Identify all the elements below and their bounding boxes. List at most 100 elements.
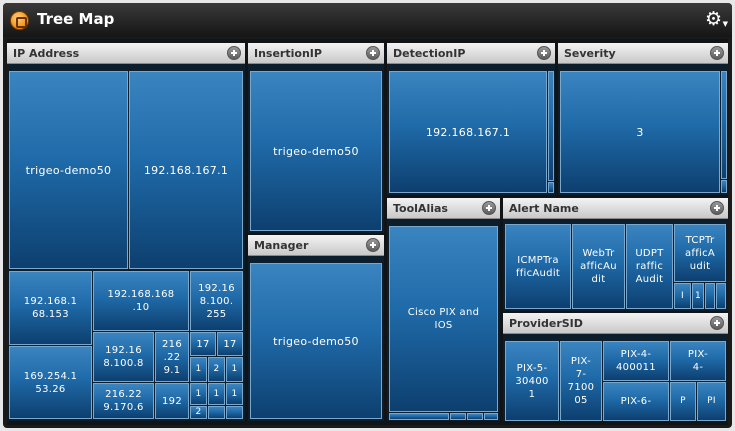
severity-panel: Severity 3: [558, 43, 728, 195]
panel-header: Manager: [248, 235, 384, 256]
treemap-cell[interactable]: 1: [190, 357, 207, 382]
panel-title: ProviderSID: [509, 317, 583, 330]
treemap-cell[interactable]: [721, 180, 727, 193]
treemap-cell[interactable]: TCPTr afficA udit: [674, 224, 726, 282]
cell-label: 3: [636, 125, 644, 139]
treemap-cell[interactable]: 192.168.168 .10: [93, 271, 189, 331]
treemap-cell[interactable]: I: [674, 283, 691, 309]
treemap-cell[interactable]: 216.22 9.170.6: [93, 383, 154, 419]
treemap-app-icon: [10, 11, 29, 30]
treemap-cell[interactable]: PIX- 4-: [670, 341, 726, 381]
treemap-cell[interactable]: 2: [208, 357, 225, 382]
ip-address-panel: IP Address trigeo-demo50 192.168.167.1 1…: [7, 43, 245, 421]
panel-title: Severity: [564, 47, 616, 60]
panel-header: Alert Name: [503, 198, 728, 219]
tree-map-window: Tree Map ⚙ ▼ IP Address trigeo-demo50 19…: [3, 3, 732, 428]
expand-panel-button[interactable]: [710, 201, 724, 215]
panel-header: ProviderSID: [503, 313, 728, 334]
treemap-cell[interactable]: [705, 283, 715, 309]
treemap-cell[interactable]: PIX-6-: [603, 382, 669, 421]
expand-panel-button[interactable]: [366, 238, 380, 252]
treemap-cell[interactable]: [484, 413, 498, 420]
expand-panel-button[interactable]: [227, 46, 241, 60]
treemap-cell[interactable]: 1: [692, 283, 704, 309]
panel-title: ToolAlias: [393, 202, 448, 215]
treemap-cell[interactable]: [716, 283, 726, 309]
treemap-cell[interactable]: 3: [560, 71, 720, 193]
panel-title: InsertionIP: [254, 47, 322, 60]
cell-label: 192.168.167.1: [425, 125, 511, 139]
treemap-cell[interactable]: 192.168.167.1: [129, 71, 243, 269]
expand-panel-button[interactable]: [366, 46, 380, 60]
treemap-cell[interactable]: [389, 413, 449, 420]
cell-label: ICMPTra fficAudit: [515, 254, 561, 279]
cell-label: PI: [707, 396, 716, 406]
treemap-cell[interactable]: 216 .22 9.1: [155, 332, 189, 382]
treemap-cell[interactable]: [467, 413, 483, 420]
treemap-canvas: IP Address trigeo-demo50 192.168.167.1 1…: [7, 39, 728, 425]
cell-label: 169.254.1 53.26: [23, 370, 78, 395]
treemap-cell[interactable]: 1: [226, 383, 243, 405]
treemap-cell[interactable]: [208, 406, 225, 419]
treemap-cell[interactable]: Cisco PIX and IOS: [389, 226, 498, 412]
cell-label: 192.16 8.100. 255: [198, 282, 235, 320]
cell-label: 2: [195, 407, 202, 417]
cell-label: PIX-6-: [620, 396, 652, 407]
cell-label: 2: [213, 364, 220, 374]
cell-label: 216 .22 9.1: [162, 338, 182, 376]
cell-label: PIX-5- 30400 1: [515, 362, 549, 400]
treemap-cell[interactable]: ICMPTra fficAudit: [505, 224, 571, 309]
cell-label: 1: [213, 388, 220, 399]
title-bar: Tree Map ⚙ ▼: [3, 3, 732, 37]
treemap-cell[interactable]: trigeo-demo50: [250, 263, 382, 419]
cell-label: 17: [196, 338, 210, 350]
treemap-cell[interactable]: 17: [217, 332, 243, 356]
treemap-cell[interactable]: P: [670, 382, 696, 421]
alert-name-panel: Alert Name ICMPTra fficAudit WebTr affic…: [503, 198, 728, 311]
panel-header: DetectionIP: [387, 43, 555, 64]
treemap-cell[interactable]: 1: [208, 383, 225, 405]
treemap-cell[interactable]: PIX-5- 30400 1: [505, 341, 559, 421]
gear-icon[interactable]: ⚙: [705, 8, 722, 30]
treemap-cell[interactable]: 192.168.167.1: [389, 71, 547, 193]
treemap-cell[interactable]: [450, 413, 466, 420]
cell-label: PIX-4- 400011: [616, 349, 656, 373]
treemap-cell[interactable]: 1: [226, 357, 243, 382]
cell-label: PIX- 4-: [687, 349, 709, 373]
treemap-cell[interactable]: 192.16 8.100. 255: [190, 271, 243, 331]
panel-title: Manager: [254, 239, 309, 252]
treemap-cell[interactable]: 192.168.1 68.153: [9, 271, 92, 345]
treemap-cell[interactable]: WebTr afficAu dit: [572, 224, 625, 309]
treemap-cell[interactable]: UDPT raffic Audit: [626, 224, 673, 309]
treemap-cell[interactable]: 169.254.1 53.26: [9, 346, 92, 419]
treemap-cell[interactable]: trigeo-demo50: [9, 71, 128, 269]
treemap-cell[interactable]: 2: [190, 406, 207, 419]
treemap-cell[interactable]: trigeo-demo50: [250, 71, 382, 231]
cell-label: 17: [223, 338, 237, 350]
cell-label: TCPTr afficA udit: [684, 234, 716, 272]
cell-label: 216.22 9.170.6: [103, 389, 144, 413]
treemap-cell[interactable]: [548, 182, 554, 193]
treemap-cell[interactable]: [548, 71, 554, 181]
treemap-cell[interactable]: 17: [190, 332, 216, 356]
treemap-cell[interactable]: PIX-4- 400011: [603, 341, 669, 381]
chevron-down-icon[interactable]: ▼: [723, 20, 728, 28]
panel-title: Alert Name: [509, 202, 579, 215]
treemap-cell[interactable]: 1: [190, 383, 207, 405]
cell-label: 1: [231, 364, 238, 374]
expand-panel-button[interactable]: [710, 316, 724, 330]
expand-panel-button[interactable]: [482, 201, 496, 215]
expand-panel-button[interactable]: [710, 46, 724, 60]
treemap-cell[interactable]: 192: [155, 383, 189, 419]
cell-label: P: [680, 396, 686, 406]
treemap-cell[interactable]: [721, 71, 727, 179]
panel-title: IP Address: [13, 47, 80, 60]
treemap-cell[interactable]: 192.16 8.100.8: [93, 332, 154, 382]
treemap-cell[interactable]: [226, 406, 243, 419]
cell-label: 1: [231, 388, 238, 399]
treemap-cell[interactable]: PIX- 7- 7100 05: [560, 341, 602, 421]
panel-header: IP Address: [7, 43, 245, 64]
cell-label: 1: [195, 388, 202, 399]
treemap-cell[interactable]: PI: [697, 382, 726, 421]
expand-panel-button[interactable]: [537, 46, 551, 60]
